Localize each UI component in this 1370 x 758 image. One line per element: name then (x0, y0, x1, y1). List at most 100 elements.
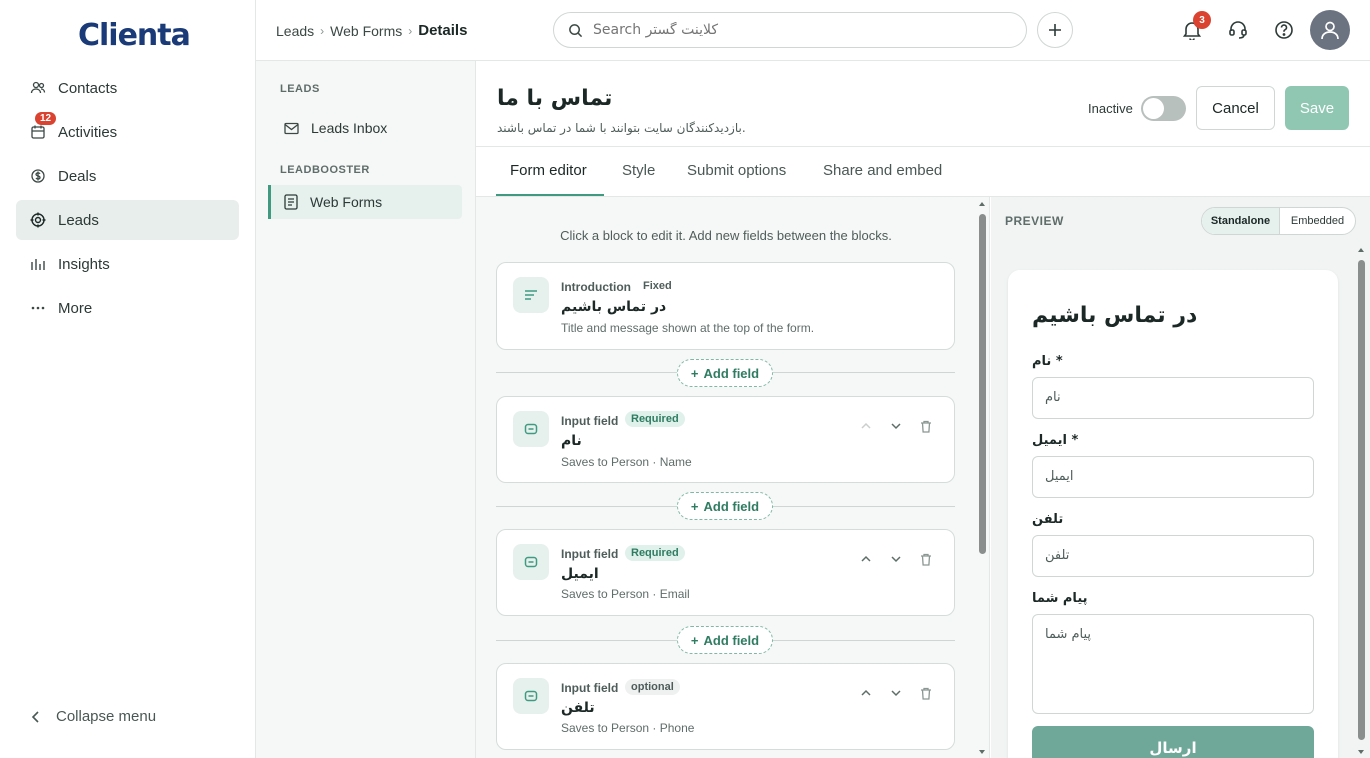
nav-item-contacts[interactable]: Contacts (16, 68, 239, 108)
nav-item-more[interactable]: More (16, 288, 239, 328)
move-up-button[interactable] (858, 685, 874, 701)
scroll-down-icon (1358, 750, 1364, 754)
block-desc: Title and message shown at the top of th… (561, 321, 815, 335)
subnav-label: Web Forms (310, 194, 383, 210)
form-active-toggle[interactable] (1141, 96, 1186, 121)
breadcrumb-details: Details (418, 22, 468, 39)
nav-item-leads[interactable]: Leads (16, 200, 239, 240)
global-search[interactable] (553, 12, 1027, 48)
plus-icon: + (690, 632, 699, 648)
preview-scrollbar-thumb[interactable] (1358, 260, 1365, 740)
block-type: Input field (561, 547, 619, 561)
chevron-down-icon (891, 556, 901, 563)
preview-form-title: در تماس باشیم (1032, 303, 1198, 328)
delete-button[interactable] (918, 685, 934, 701)
move-up-button[interactable] (858, 551, 874, 567)
headset-icon (1229, 21, 1247, 39)
block-type: Introduction (561, 280, 631, 294)
trash-icon (921, 687, 931, 700)
scroll-up-icon (979, 202, 985, 206)
form-block-introduction[interactable]: Introduction Fixed در تماس باشیم Title a… (496, 262, 955, 350)
move-up-button[interactable] (858, 418, 874, 434)
form-block-email[interactable]: Input field Required ایمیل Saves to Pers… (496, 529, 955, 616)
add-field-button[interactable]: + Add field (677, 626, 773, 654)
form-subtitle: بازدیدکنندگان سایت بتوانند با شما در تما… (497, 121, 746, 135)
preview-name-input[interactable]: نام (1032, 377, 1314, 419)
nav-label: More (58, 299, 93, 317)
preview-scrollbar[interactable] (1357, 246, 1365, 758)
nav-label: Activities (58, 123, 118, 141)
preview-mode-embedded[interactable]: Embedded (1280, 208, 1355, 234)
form-title[interactable]: تماس با ما (497, 86, 612, 111)
help-button[interactable] (1272, 18, 1296, 42)
nav-label: Leads (58, 211, 99, 229)
chevron-down-icon (891, 423, 901, 430)
block-desc: Saves to Person · Email (561, 587, 690, 601)
collapse-menu-label: Collapse menu (56, 708, 157, 725)
add-field-button[interactable]: + Add field (677, 492, 773, 520)
active-tab-indicator (496, 194, 604, 196)
block-desc: Saves to Person · Phone (561, 721, 695, 735)
collapse-menu-button[interactable]: Collapse menu (30, 708, 156, 725)
user-avatar[interactable] (1310, 10, 1350, 50)
preview-email-input[interactable]: ایمیل (1032, 456, 1314, 498)
nav-item-deals[interactable]: Deals (16, 156, 239, 196)
add-field-label: Add field (703, 365, 760, 381)
breadcrumb-web-forms[interactable]: Web Forms (330, 23, 402, 39)
nav-item-insights[interactable]: Insights (16, 244, 239, 284)
block-name: تلفن (561, 700, 595, 716)
delete-button[interactable] (918, 418, 934, 434)
nav-label: Deals (58, 167, 97, 185)
editor-scrollbar-thumb[interactable] (979, 214, 986, 554)
activities-count-badge: 12 (35, 112, 57, 125)
nav-item-activities[interactable]: 12 Activities (16, 112, 239, 152)
move-down-button[interactable] (888, 685, 904, 701)
chevron-down-icon (891, 690, 901, 697)
search-icon (569, 23, 583, 37)
move-down-button[interactable] (888, 551, 904, 567)
preview-field-label: ایمیل * (1032, 433, 1079, 448)
tab-form-editor[interactable]: Form editor (510, 162, 587, 179)
plus-icon: + (690, 365, 699, 381)
preview-phone-input[interactable]: تلفن (1032, 535, 1314, 577)
move-down-button[interactable] (888, 418, 904, 434)
subnav-section-leadbooster: LEADBOOSTER (280, 164, 370, 176)
preview-mode-standalone[interactable]: Standalone (1202, 208, 1280, 234)
save-button[interactable]: Save (1285, 86, 1349, 130)
preview-field-label: پیام شما (1032, 591, 1088, 606)
preview-message-textarea[interactable]: پیام شما (1032, 614, 1314, 714)
quick-add-button[interactable] (1037, 12, 1073, 48)
cancel-button[interactable]: Cancel (1196, 86, 1275, 130)
form-block-name[interactable]: Input field Required نام Saves to Person… (496, 396, 955, 483)
chevron-left-icon (31, 710, 39, 723)
tab-style[interactable]: Style (622, 162, 655, 179)
app-logo[interactable]: Clienta (78, 18, 191, 53)
preview-label: PREVIEW (1005, 214, 1064, 228)
input-field-icon (513, 678, 549, 714)
block-name: نام (561, 433, 582, 449)
editor-scrollbar[interactable] (978, 200, 986, 758)
help-icon (1275, 21, 1293, 39)
breadcrumb: Leads › Web Forms › Details (276, 22, 467, 39)
tab-share-embed[interactable]: Share and embed (823, 162, 942, 179)
target-icon (30, 212, 46, 228)
delete-button[interactable] (918, 551, 934, 567)
preview-submit-button[interactable]: ارسال (1032, 726, 1314, 758)
search-input[interactable] (593, 22, 993, 38)
leads-subnav: LEADS Leads Inbox LEADBOOSTER Web Forms (256, 61, 476, 758)
preview-mode-switch: Standalone Embedded (1201, 207, 1356, 235)
tab-submit-options[interactable]: Submit options (687, 162, 786, 179)
breadcrumb-leads[interactable]: Leads (276, 23, 314, 39)
subnav-item-leads-inbox[interactable]: Leads Inbox (268, 111, 462, 145)
subnav-item-web-forms[interactable]: Web Forms (268, 185, 462, 219)
form-block-phone[interactable]: Input field optional تلفن Saves to Perso… (496, 663, 955, 750)
add-field-button[interactable]: + Add field (677, 359, 773, 387)
required-tag: Required (625, 545, 685, 561)
block-type: Input field (561, 681, 619, 695)
block-tag: Fixed (643, 280, 672, 292)
block-desc: Saves to Person · Name (561, 455, 692, 469)
chevron-up-icon (861, 422, 871, 429)
trash-icon (921, 553, 931, 566)
user-icon (1321, 21, 1339, 40)
support-button[interactable] (1226, 18, 1250, 42)
